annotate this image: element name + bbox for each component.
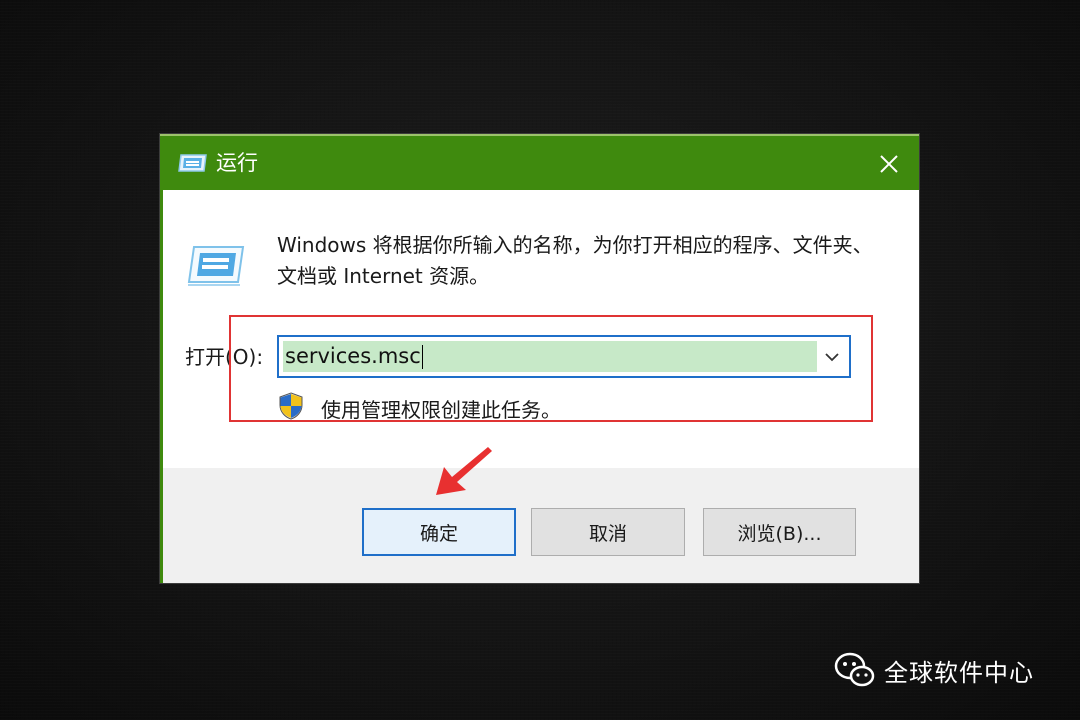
watermark-text: 全球软件中心 — [884, 658, 1034, 687]
dropdown-button[interactable] — [819, 343, 845, 370]
run-dialog: 运行 Windows 将根据你所输入的名称，为你打开相应的程序、文件夹、文档或 … — [160, 134, 919, 583]
open-combobox[interactable]: services.msc — [277, 335, 851, 378]
command-input[interactable]: services.msc — [283, 341, 817, 372]
run-app-icon — [187, 246, 245, 286]
close-icon — [880, 155, 898, 173]
chevron-down-icon — [825, 352, 839, 361]
command-input-text: services.msc — [285, 344, 421, 368]
run-icon — [178, 154, 207, 172]
uac-shield-icon — [279, 392, 303, 420]
open-label: 打开(O): — [185, 345, 264, 369]
description-text: Windows 将根据你所输入的名称，为你打开相应的程序、文件夹、文档或 Int… — [277, 233, 873, 288]
cancel-button[interactable]: 取消 — [531, 508, 685, 556]
window-title: 运行 — [216, 151, 258, 175]
text-caret — [421, 345, 423, 369]
watermark: 全球软件中心 — [834, 648, 1034, 692]
title-bar[interactable]: 运行 — [160, 134, 919, 190]
ok-button[interactable]: 确定 — [362, 508, 516, 556]
wechat-icon — [834, 652, 875, 687]
close-button[interactable] — [873, 148, 905, 180]
browse-button[interactable]: 浏览(B)... — [703, 508, 856, 556]
admin-note: 使用管理权限创建此任务。 — [321, 398, 561, 422]
